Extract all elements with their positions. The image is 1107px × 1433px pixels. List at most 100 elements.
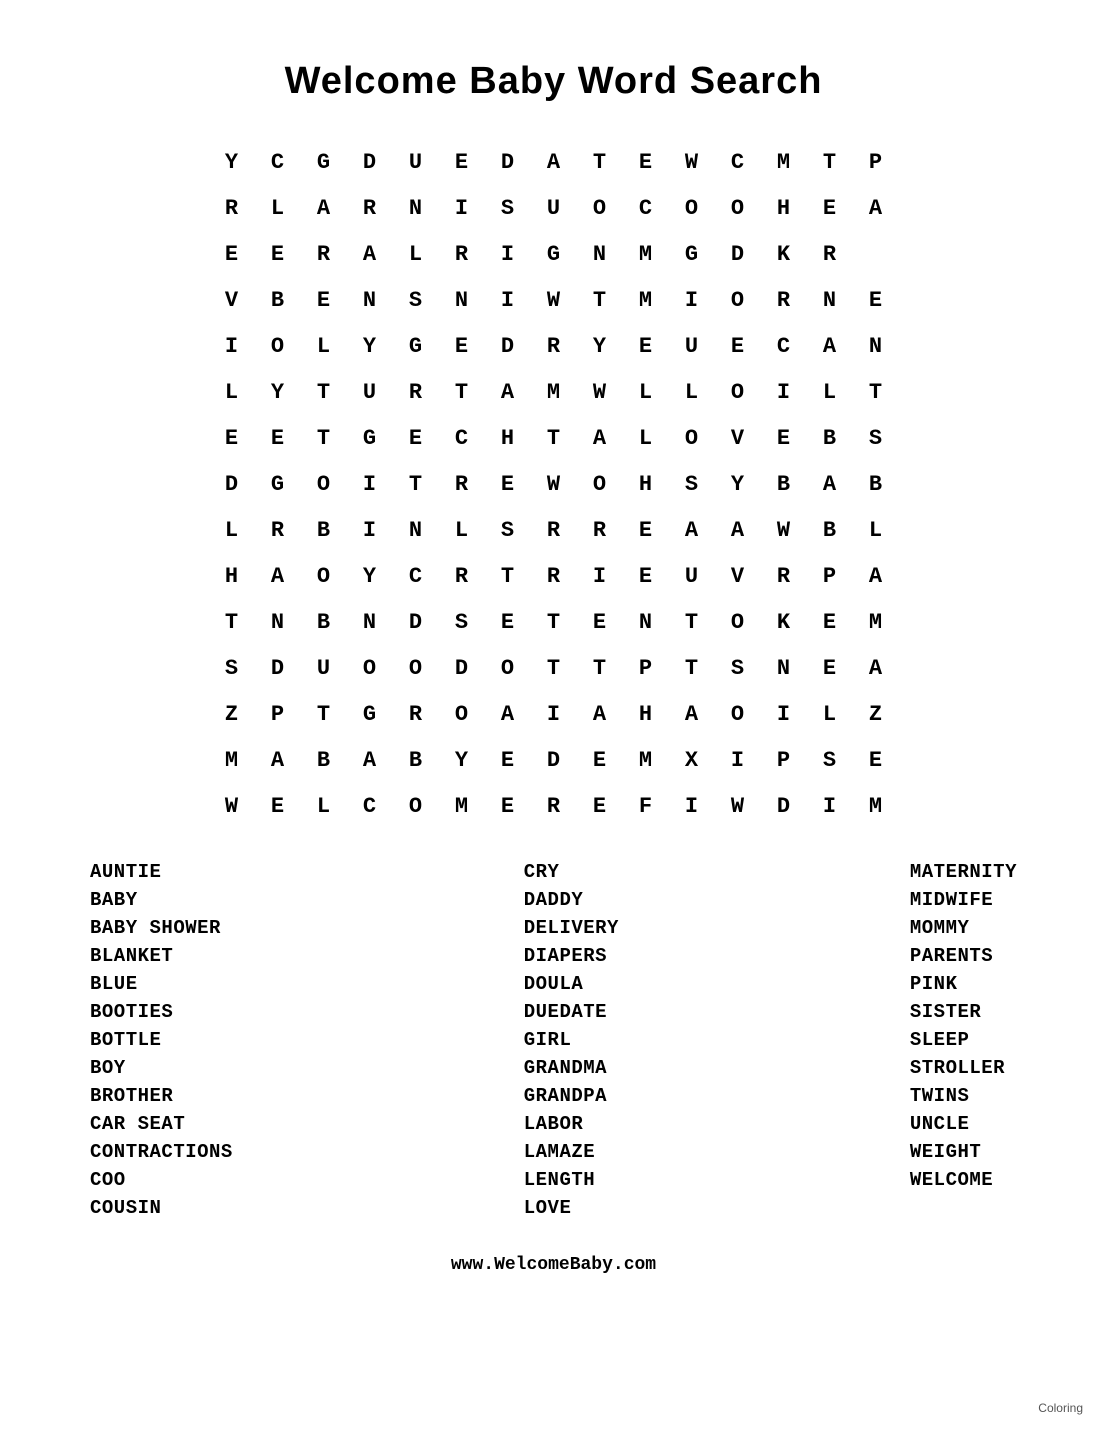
grid-cell: P [807,553,853,599]
grid-cell: T [669,645,715,691]
grid-cell: H [485,415,531,461]
grid-cell: F [623,783,669,829]
grid-cell: R [209,185,255,231]
grid-cell: W [761,507,807,553]
grid-cell: B [393,737,439,783]
word-item: DUEDATE [524,1001,619,1023]
grid-cell: T [669,599,715,645]
grid-cell: P [761,737,807,783]
grid-cell: E [807,645,853,691]
grid-cell: L [623,415,669,461]
grid-cell: E [577,783,623,829]
grid-cell: Z [209,691,255,737]
grid-cell: E [439,139,485,185]
grid-row: WELCOMEREFIWDIM [209,783,899,829]
grid-cell: H [761,185,807,231]
grid-cell: D [439,645,485,691]
grid-cell: H [209,553,255,599]
grid-cell: S [669,461,715,507]
grid-cell: M [853,599,899,645]
grid-row: LYTURTAMWLLOILT [209,369,899,415]
grid-cell: L [209,507,255,553]
grid-row: EERALRIGNMGDKR [209,231,899,277]
grid-cell: D [255,645,301,691]
grid-cell: E [853,277,899,323]
word-item: SLEEP [910,1029,1017,1051]
grid-cell: C [393,553,439,599]
grid-cell: G [531,231,577,277]
word-item: STROLLER [910,1057,1017,1079]
grid-row: ZPTGROAIAHAOILZ [209,691,899,737]
grid-cell: I [669,783,715,829]
grid-row: YCGDUEDATEWCMTP [209,139,899,185]
word-item: LOVE [524,1197,619,1219]
grid-cell: E [485,737,531,783]
grid-cell: O [347,645,393,691]
grid-row: IOLYGEDRYEUECAN [209,323,899,369]
grid-cell: I [485,231,531,277]
grid-cell: R [255,507,301,553]
word-item: TWINS [910,1085,1017,1107]
grid-cell: E [807,185,853,231]
grid-cell: K [761,599,807,645]
word-item: DELIVERY [524,917,619,939]
grid-cell: R [439,553,485,599]
grid-cell: W [531,277,577,323]
grid-cell: D [393,599,439,645]
grid-cell: T [577,277,623,323]
grid-row: MABABYEDEMXIPSE [209,737,899,783]
grid-cell: A [485,691,531,737]
word-item: MATERNITY [910,861,1017,883]
grid-cell: D [485,139,531,185]
grid-cell: H [623,461,669,507]
grid-cell: R [531,507,577,553]
word-item: DIAPERS [524,945,619,967]
grid-cell: T [301,691,347,737]
grid-cell: T [577,645,623,691]
grid-cell: R [807,231,853,277]
grid-cell: M [853,783,899,829]
grid-cell: L [301,323,347,369]
word-item: DADDY [524,889,619,911]
grid-cell: S [393,277,439,323]
grid-cell: I [531,691,577,737]
grid-cell: D [531,737,577,783]
grid-cell: I [715,737,761,783]
word-item: WELCOME [910,1169,1017,1191]
grid-cell: I [807,783,853,829]
grid-cell: U [531,185,577,231]
word-item: BOY [90,1057,233,1079]
grid-cell: V [209,277,255,323]
grid-cell: E [439,323,485,369]
grid-row: TNBNDSETENTOKEM [209,599,899,645]
word-search-grid: YCGDUEDATEWCMTPRLARNISUOCOOHEAEERALRIGNM… [80,139,1027,829]
word-item: AUNTIE [90,861,233,883]
grid-cell: A [255,737,301,783]
grid-cell: D [715,231,761,277]
word-item: BABY SHOWER [90,917,233,939]
grid-cell: A [715,507,761,553]
grid-cell: T [209,599,255,645]
grid-cell: A [255,553,301,599]
grid-cell: N [439,277,485,323]
grid-cell: S [439,599,485,645]
grid-cell: R [761,553,807,599]
grid-cell: G [347,691,393,737]
grid-cell: E [485,599,531,645]
grid-cell: D [485,323,531,369]
word-item: COO [90,1169,233,1191]
grid-cell: B [807,415,853,461]
grid-cell: P [623,645,669,691]
grid-cell: O [715,691,761,737]
grid-cell: L [853,507,899,553]
grid-cell: O [255,323,301,369]
grid-cell: I [577,553,623,599]
grid-cell: E [255,415,301,461]
word-item: CAR SEAT [90,1113,233,1135]
grid-cell: E [761,415,807,461]
grid-cell: T [439,369,485,415]
grid-cell: S [807,737,853,783]
grid-cell: T [301,369,347,415]
grid-cell: E [393,415,439,461]
grid-cell: N [347,599,393,645]
